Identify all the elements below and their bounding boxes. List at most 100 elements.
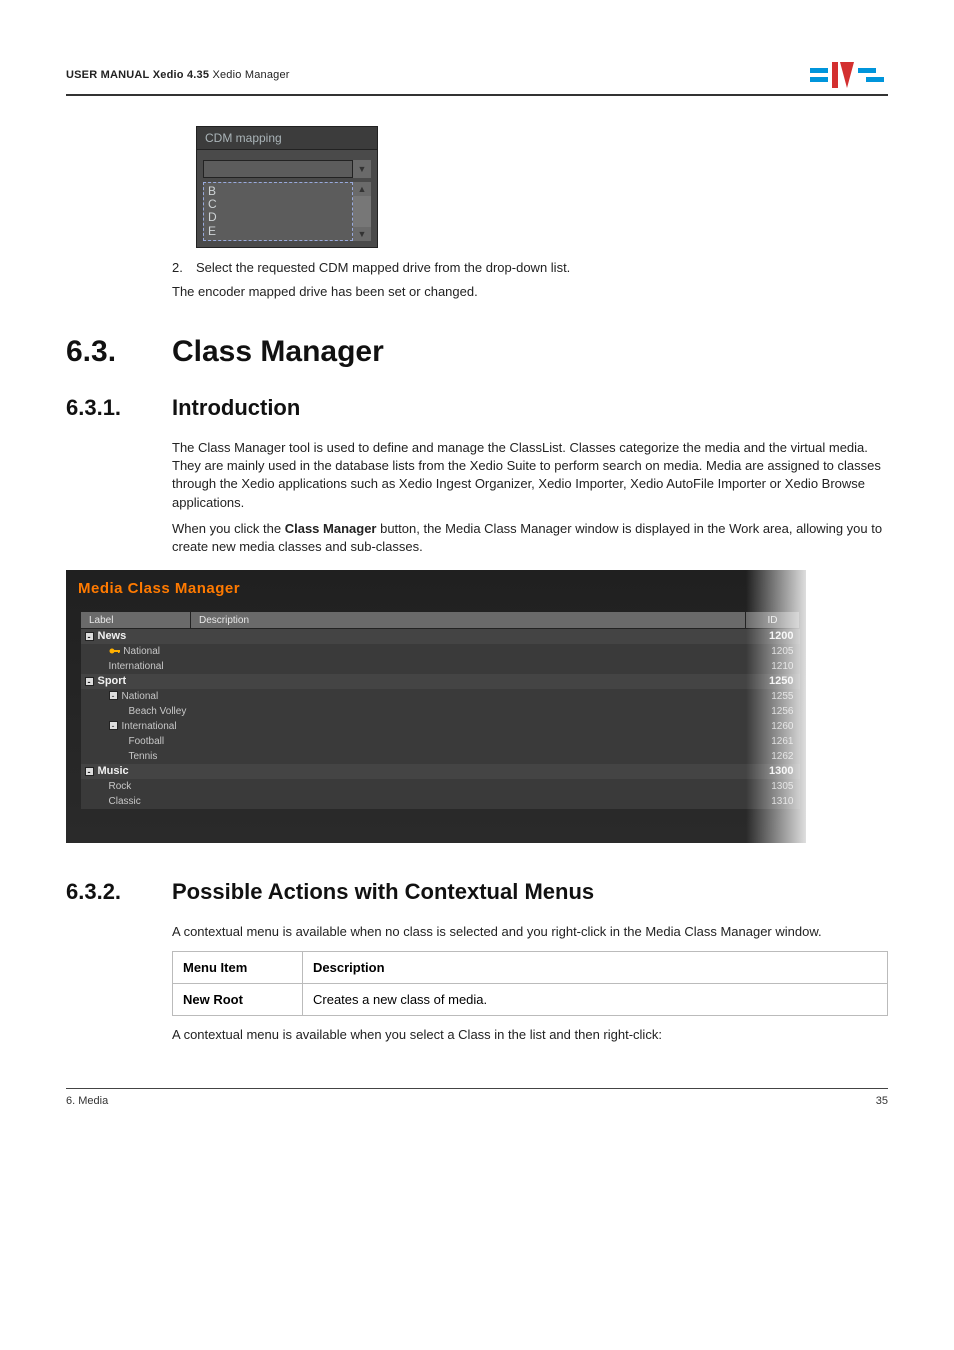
id-cell[interactable]: 1262 <box>746 749 800 764</box>
cdm-drive-item[interactable]: C <box>208 198 348 211</box>
subsection-title: Possible Actions with Contextual Menus <box>172 879 594 905</box>
step-text: Select the requested CDM mapped drive fr… <box>196 260 888 275</box>
menu-item-header: Menu Item <box>173 951 303 983</box>
cdm-drive-select[interactable] <box>203 160 353 178</box>
tree-toggle-icon[interactable]: - <box>85 767 94 776</box>
menu-item-new-root-desc: Creates a new class of media. <box>303 983 888 1015</box>
section-6-3-heading: 6.3. Class Manager <box>66 335 888 369</box>
section-6-3-2-heading: 6.3.2. Possible Actions with Contextual … <box>66 879 888 905</box>
cdm-scrollbar[interactable]: ▲ ▼ <box>353 182 371 241</box>
col-id[interactable]: ID <box>746 612 800 629</box>
step-number: 2. <box>172 260 196 275</box>
table-row[interactable]: Football 1261 <box>81 734 800 749</box>
class-label: International <box>122 721 177 732</box>
intro-paragraph-2: When you click the Class Manager button,… <box>172 520 888 556</box>
intro-paragraph-1: The Class Manager tool is used to define… <box>172 439 888 512</box>
header-manual: USER MANUAL <box>66 69 149 81</box>
cdm-drive-list[interactable]: B C D E <box>203 182 353 241</box>
evs-logo <box>808 60 888 90</box>
intro-p2-a: When you click the <box>172 521 285 536</box>
class-label: National <box>122 691 159 702</box>
cdm-drive-item[interactable]: D <box>208 211 348 224</box>
tree-toggle-icon[interactable]: - <box>109 691 118 700</box>
scroll-track[interactable] <box>353 196 371 227</box>
cdm-tab[interactable]: CDM mapping <box>197 127 377 150</box>
label-cell[interactable]: -Music <box>81 764 191 779</box>
label-cell[interactable]: Football <box>81 734 191 749</box>
label-cell[interactable]: Beach Volley <box>81 704 191 719</box>
table-row[interactable]: International 1210 <box>81 659 800 674</box>
description-cell[interactable] <box>191 749 746 764</box>
col-label[interactable]: Label <box>81 612 191 629</box>
description-cell[interactable] <box>191 659 746 674</box>
section-6-3-1-heading: 6.3.1. Introduction <box>66 395 888 421</box>
step-2: 2. Select the requested CDM mapped drive… <box>172 260 888 275</box>
id-cell[interactable]: 1261 <box>746 734 800 749</box>
label-cell[interactable]: National <box>81 644 191 659</box>
table-row[interactable]: National 1205 <box>81 644 800 659</box>
label-cell[interactable]: Classic <box>81 794 191 809</box>
label-cell[interactable]: -International <box>81 719 191 734</box>
class-label: Tennis <box>129 751 158 762</box>
label-cell[interactable]: -News <box>81 629 191 644</box>
description-cell[interactable] <box>191 734 746 749</box>
table-row[interactable]: -News 1200 <box>81 629 800 644</box>
scroll-down-icon[interactable]: ▼ <box>353 227 371 241</box>
label-cell[interactable]: Tennis <box>81 749 191 764</box>
table-row[interactable]: -Music 1300 <box>81 764 800 779</box>
description-cell[interactable] <box>191 704 746 719</box>
label-cell[interactable]: -Sport <box>81 674 191 689</box>
id-cell[interactable]: 1310 <box>746 794 800 809</box>
key-icon <box>109 646 121 656</box>
description-cell[interactable] <box>191 689 746 704</box>
class-label: Sport <box>98 675 127 687</box>
table-row[interactable]: Beach Volley 1256 <box>81 704 800 719</box>
description-cell[interactable] <box>191 719 746 734</box>
id-cell[interactable]: 1250 <box>746 674 800 689</box>
table-row[interactable]: Classic 1310 <box>81 794 800 809</box>
class-label: Football <box>129 736 165 747</box>
table-row[interactable]: -National 1255 <box>81 689 800 704</box>
class-label: Beach Volley <box>129 706 187 717</box>
header-module: Xedio Manager <box>212 69 289 81</box>
id-cell[interactable]: 1300 <box>746 764 800 779</box>
tree-toggle-icon[interactable]: - <box>85 677 94 686</box>
table-row[interactable]: -International 1260 <box>81 719 800 734</box>
label-cell[interactable]: Rock <box>81 779 191 794</box>
description-cell[interactable] <box>191 644 746 659</box>
col-description[interactable]: Description <box>191 612 746 629</box>
table-row[interactable]: Rock 1305 <box>81 779 800 794</box>
description-cell[interactable] <box>191 764 746 779</box>
context-menu-paragraph-1: A contextual menu is available when no c… <box>172 923 888 941</box>
footer-page-number: 35 <box>876 1095 888 1107</box>
label-cell[interactable]: International <box>81 659 191 674</box>
label-cell[interactable]: -National <box>81 689 191 704</box>
id-cell[interactable]: 1305 <box>746 779 800 794</box>
followup-text: The encoder mapped drive has been set or… <box>172 283 888 301</box>
cdm-drive-item[interactable]: E <box>208 225 348 238</box>
tree-toggle-icon[interactable]: - <box>85 632 94 641</box>
description-cell[interactable] <box>191 779 746 794</box>
id-cell[interactable]: 1255 <box>746 689 800 704</box>
scroll-up-icon[interactable]: ▲ <box>353 182 371 196</box>
id-cell[interactable]: 1260 <box>746 719 800 734</box>
page-header: USER MANUAL Xedio 4.35 Xedio Manager <box>66 60 888 96</box>
subsection-title: Introduction <box>172 395 300 421</box>
id-cell[interactable]: 1256 <box>746 704 800 719</box>
description-cell[interactable] <box>191 794 746 809</box>
table-row[interactable]: -Sport 1250 <box>81 674 800 689</box>
page-footer: 6. Media 35 <box>66 1088 888 1107</box>
id-cell[interactable]: 1200 <box>746 629 800 644</box>
tree-toggle-icon[interactable]: - <box>109 721 118 730</box>
menu-description-header: Description <box>303 951 888 983</box>
class-label: Classic <box>109 796 141 807</box>
cdm-drive-dropdown-button[interactable]: ▼ <box>353 160 371 178</box>
id-cell[interactable]: 1210 <box>746 659 800 674</box>
description-cell[interactable] <box>191 629 746 644</box>
cdm-drive-item[interactable]: B <box>208 185 348 198</box>
table-row[interactable]: Tennis 1262 <box>81 749 800 764</box>
id-cell[interactable]: 1205 <box>746 644 800 659</box>
description-cell[interactable] <box>191 674 746 689</box>
table-row: New Root Creates a new class of media. <box>173 983 888 1015</box>
section-number: 6.3. <box>66 335 172 369</box>
